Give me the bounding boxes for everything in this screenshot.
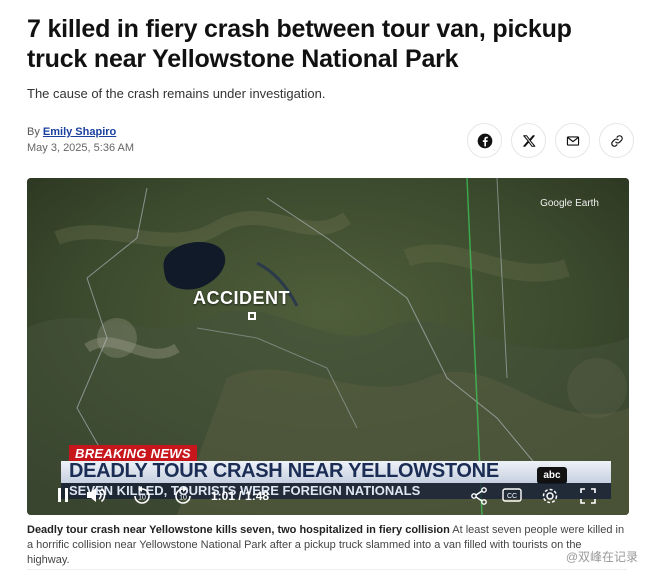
pause-icon <box>58 488 68 502</box>
video-caption: Deadly tour crash near Yellowstone kills… <box>27 523 627 568</box>
article-subheadline: The cause of the crash remains under inv… <box>27 86 326 101</box>
facebook-icon <box>477 133 492 148</box>
settings-button[interactable] <box>539 485 561 507</box>
caption-title: Deadly tour crash near Yellowstone kills… <box>27 524 450 536</box>
accident-label: ACCIDENT <box>193 288 290 308</box>
byline-prefix: By <box>27 126 40 138</box>
map-credit: Google Earth <box>540 198 599 209</box>
volume-button[interactable] <box>85 485 107 505</box>
gear-icon <box>542 488 558 504</box>
forward-10-icon: 10 <box>175 486 191 504</box>
time-total: 1:48 <box>245 489 270 503</box>
share-bar <box>467 123 634 158</box>
byline: By Emily Shapiro <box>27 126 116 138</box>
share-icon <box>471 487 487 505</box>
share-link-button[interactable] <box>599 123 634 158</box>
x-icon <box>522 134 535 147</box>
player-controls: 10 10 1:01 / 1:48 CC <box>27 480 629 512</box>
rewind-10-icon: 10 <box>134 486 150 504</box>
video-player[interactable]: Google Earth ACCIDENT BREAKING NEWS DEAD… <box>27 178 629 515</box>
link-icon <box>610 134 623 147</box>
fullscreen-icon <box>580 488 596 504</box>
svg-text:10: 10 <box>179 495 187 502</box>
rewind-10-button[interactable]: 10 <box>131 485 153 507</box>
forward-10-button[interactable]: 10 <box>172 485 194 507</box>
email-icon <box>566 135 579 146</box>
pause-button[interactable] <box>55 486 71 504</box>
volume-icon <box>87 487 106 503</box>
share-email-button[interactable] <box>555 123 590 158</box>
captions-button[interactable]: CC <box>501 487 523 503</box>
share-x-button[interactable] <box>511 123 546 158</box>
svg-text:10: 10 <box>138 495 146 502</box>
publish-date: May 3, 2025, 5:36 AM <box>27 142 135 154</box>
divider <box>27 569 627 570</box>
watermark: @双峰在记录 <box>566 548 638 565</box>
author-link[interactable]: Emily Shapiro <box>43 126 116 138</box>
fullscreen-button[interactable] <box>577 485 599 507</box>
share-facebook-button[interactable] <box>467 123 502 158</box>
closed-captions-icon: CC <box>502 488 522 502</box>
time-display: 1:01 / 1:48 <box>211 489 269 503</box>
time-separator: / <box>235 489 246 503</box>
watermark-text: @双峰在记录 <box>565 550 638 564</box>
share-video-button[interactable] <box>468 485 490 507</box>
accident-marker-icon <box>248 312 256 320</box>
article-headline: 7 killed in fiery crash between tour van… <box>27 15 572 73</box>
svg-text:CC: CC <box>507 493 517 500</box>
time-current: 1:01 <box>211 489 236 503</box>
